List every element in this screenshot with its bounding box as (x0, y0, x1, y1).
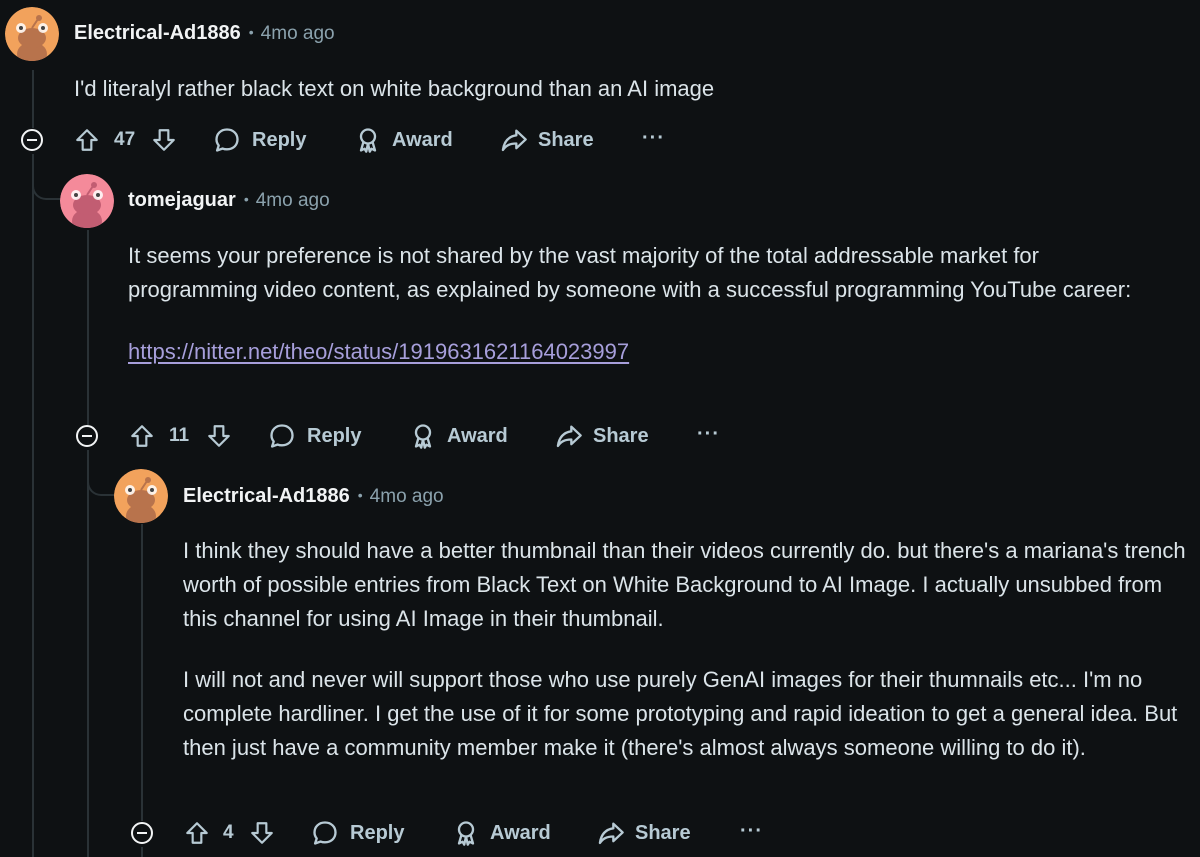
award-button[interactable]: Award (409, 416, 508, 456)
award-icon (359, 128, 377, 153)
thread-rail-level-1-lower[interactable] (32, 154, 34, 857)
author-name[interactable]: tomejaguar (128, 189, 236, 212)
comment-time[interactable]: 4mo ago (370, 486, 444, 508)
downvote-button[interactable] (249, 813, 275, 853)
downvote-button[interactable] (206, 416, 232, 456)
reply-label: Reply (350, 821, 405, 844)
comment-time[interactable]: 4mo ago (261, 23, 335, 45)
award-label: Award (392, 128, 453, 151)
thread-rail-level-3-lower[interactable] (141, 847, 143, 857)
avatar[interactable] (114, 469, 168, 523)
author-name[interactable]: Electrical-Ad1886 (183, 485, 350, 508)
meta-separator: • (243, 191, 249, 207)
share-icon (501, 129, 527, 152)
vote-count: 4 (223, 822, 234, 843)
share-label: Share (635, 821, 691, 844)
comment-meta: Electrical-Ad1886 • 4mo ago (183, 485, 444, 508)
thread-branch-line (87, 450, 115, 496)
reply-label: Reply (252, 128, 307, 151)
vote-count: 11 (169, 425, 190, 446)
share-label: Share (593, 424, 649, 447)
meta-separator: • (248, 24, 254, 40)
avatar[interactable] (5, 7, 59, 61)
external-link[interactable]: https://nitter.net/theo/status/191963162… (128, 339, 629, 364)
share-button[interactable]: Share (597, 813, 691, 853)
collapse-thread-button[interactable] (76, 425, 98, 447)
thread-rail-level-3[interactable] (141, 524, 143, 821)
downvote-icon (251, 822, 273, 844)
collapse-thread-button[interactable] (131, 822, 153, 844)
comment-body: I think they should have a better thumbn… (183, 534, 1198, 765)
share-button[interactable]: Share (555, 416, 649, 456)
reply-label: Reply (307, 424, 362, 447)
thread-branch-line (32, 154, 60, 200)
award-icon (457, 821, 475, 846)
reply-icon (313, 821, 337, 845)
share-label: Share (538, 128, 594, 151)
downvote-button[interactable] (151, 120, 177, 160)
upvote-icon (76, 129, 98, 151)
more-options-button[interactable]: ··· (740, 811, 763, 851)
author-name[interactable]: Electrical-Ad1886 (74, 22, 241, 45)
downvote-icon (153, 129, 175, 151)
reply-button[interactable]: Reply (268, 416, 361, 456)
thread-rail-level-2[interactable] (87, 230, 89, 425)
award-label: Award (490, 821, 551, 844)
more-options-button[interactable]: ··· (642, 118, 665, 158)
comment-meta: tomejaguar • 4mo ago (128, 189, 330, 212)
thread-rail-level-1[interactable] (32, 70, 34, 128)
meta-separator: • (357, 487, 363, 503)
award-button[interactable]: Award (452, 813, 551, 853)
comment-paragraph: It seems your preference is not shared b… (128, 243, 1132, 302)
share-icon (598, 822, 624, 845)
collapse-thread-button[interactable] (21, 129, 43, 151)
vote-count: 47 (114, 129, 136, 150)
award-icon (414, 424, 432, 449)
downvote-icon (208, 425, 230, 447)
more-options-button[interactable]: ··· (697, 414, 720, 454)
upvote-button[interactable] (74, 120, 100, 160)
award-button[interactable]: Award (354, 120, 453, 160)
comment-paragraph: I will not and never will support those … (183, 667, 1178, 760)
comment-paragraph: I'd literalyl rather black text on white… (74, 76, 715, 101)
comment-time[interactable]: 4mo ago (256, 190, 330, 212)
share-button[interactable]: Share (500, 120, 594, 160)
upvote-icon (186, 822, 208, 844)
comment-body: I'd literalyl rather black text on white… (74, 72, 1184, 106)
reply-icon (215, 128, 239, 152)
snoo-avatar-icon (114, 469, 168, 523)
upvote-button[interactable] (184, 813, 210, 853)
thread-rail-level-2-lower[interactable] (87, 450, 89, 857)
upvote-button[interactable] (129, 416, 155, 456)
comment-paragraph: I think they should have a better thumbn… (183, 538, 1186, 631)
comment-meta: Electrical-Ad1886 • 4mo ago (74, 22, 335, 45)
snoo-avatar-icon (60, 174, 114, 228)
reply-button[interactable]: Reply (311, 813, 404, 853)
reply-button[interactable]: Reply (213, 120, 306, 160)
share-icon (556, 425, 582, 448)
avatar[interactable] (60, 174, 114, 228)
snoo-avatar-icon (5, 7, 59, 61)
reply-icon (270, 424, 294, 448)
upvote-icon (131, 425, 153, 447)
award-label: Award (447, 424, 508, 447)
comment-body: It seems your preference is not shared b… (128, 239, 1168, 369)
